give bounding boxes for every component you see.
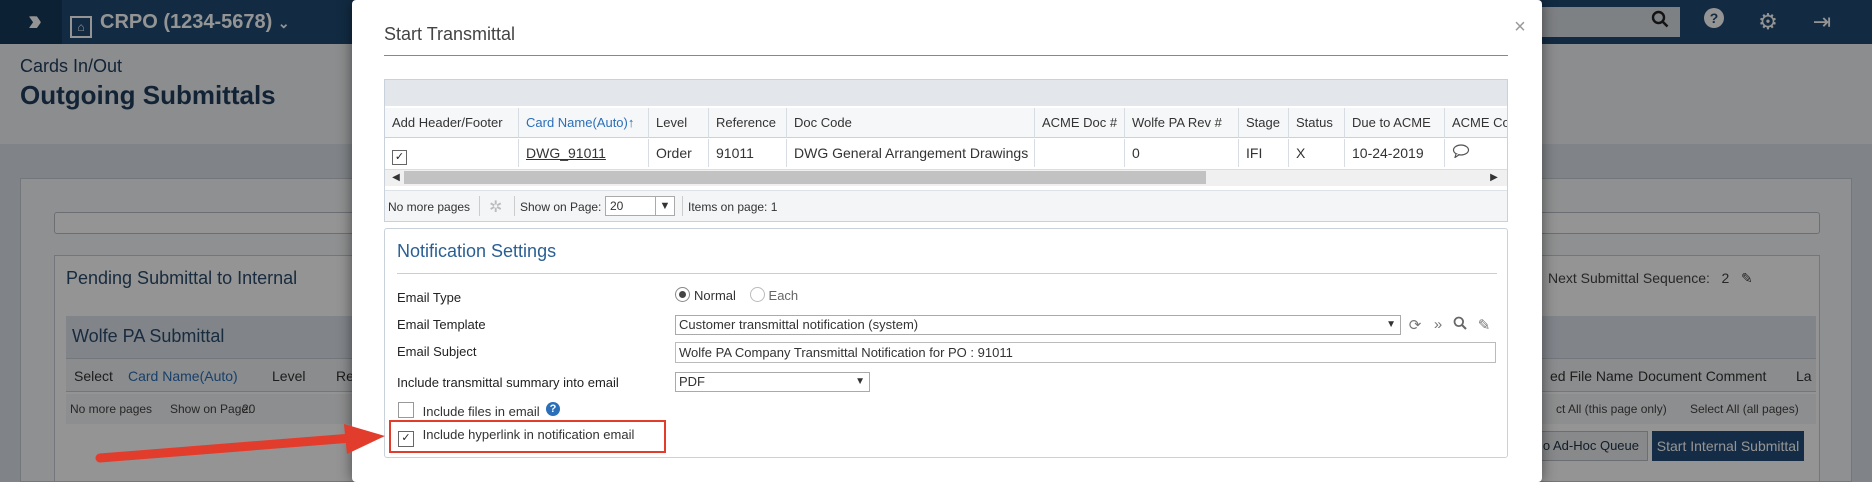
help-icon[interactable]: ? [546,402,560,416]
col-add-header-footer[interactable]: Add Header/Footer [385,108,519,138]
dialog-title: Start Transmittal [384,24,516,44]
col-card-name[interactable]: Card Name(Auto)↑ [519,108,649,138]
scroll-right-icon[interactable]: ▶ [1486,169,1502,186]
summary-format-value: PDF [679,374,705,389]
grid-pager: No more pages Show on Page: Items on pag… [385,190,1507,221]
col-status[interactable]: Status [1289,108,1345,138]
email-subject-label: Email Subject [397,344,477,359]
email-template-select[interactable]: Customer transmittal notification (syste… [675,315,1401,335]
radio-each[interactable] [749,287,765,302]
close-icon[interactable]: × [1510,16,1530,39]
sort-asc-icon: ↑ [627,115,635,130]
items-on-page: Items on page: 1 [688,200,778,214]
refresh-icon[interactable]: ⟳ [1406,316,1424,334]
cell-comment [1445,139,1507,167]
notification-divider [397,273,1497,274]
page-size-select[interactable]: 20 ▼ [605,196,675,216]
col-due-to-acme[interactable]: Due to ACME [1345,108,1445,138]
email-type-label: Email Type [397,290,462,305]
cell-stage: IFI [1239,139,1289,167]
cell-level: Order [649,139,709,167]
summary-label: Include transmittal summary into email [397,375,619,390]
email-subject-field[interactable]: Wolfe PA Company Transmittal Notificatio… [675,342,1496,363]
col-stage[interactable]: Stage [1239,108,1289,138]
col-acme-comment[interactable]: ACME Co [1445,108,1507,138]
radio-normal-label[interactable]: Normal [694,288,736,303]
include-files-checkbox[interactable] [398,402,414,418]
email-template-value: Customer transmittal notification (syste… [679,317,919,332]
double-chevron-icon[interactable]: » [1429,316,1447,333]
highlight-box [389,420,666,453]
cell-card-name[interactable]: DWG_91011 [519,139,649,167]
scrollbar-thumb[interactable] [404,171,1206,184]
page-size-value: 20 [610,199,624,213]
pager-divider [682,196,683,216]
comment-icon[interactable] [1452,144,1470,159]
include-files-row: Include files in email [398,402,540,419]
cell-acme-doc [1035,139,1125,167]
col-reference[interactable]: Reference [709,108,787,138]
col-doc-code[interactable]: Doc Code [787,108,1035,138]
refresh-gear-icon[interactable]: ✲ [489,197,502,217]
include-files-label[interactable]: Include files in email [423,404,540,419]
col-rev[interactable]: Wolfe PA Rev # [1125,108,1239,138]
pager-divider [479,196,480,216]
chevron-down-icon[interactable]: ▼ [1386,316,1396,334]
cell-rev: 0 [1125,139,1239,167]
col-level[interactable]: Level [649,108,709,138]
grid-toolbar [385,80,1507,106]
email-type-radio-group: Normal Each [675,287,808,303]
edit-icon[interactable]: ✎ [1475,316,1493,334]
row-checkbox[interactable]: ✓ [392,150,407,165]
summary-format-select[interactable]: PDF ▼ [675,372,870,392]
radio-normal[interactable] [675,287,690,302]
show-on-page-label: Show on Page: [520,200,602,214]
title-divider [384,55,1508,56]
chevron-down-icon[interactable]: ▼ [855,373,865,391]
col-card-name-label: Card Name(Auto) [526,115,628,130]
notification-settings-title: Notification Settings [397,241,557,261]
row-checkbox-cell: ✓ [385,139,519,167]
cell-doc-code: DWG General Arrangement Drawings [787,139,1035,167]
pager-divider [514,196,515,216]
search-icon[interactable] [1451,316,1469,334]
email-template-label: Email Template [397,317,486,332]
cell-reference: 91011 [709,139,787,167]
radio-each-label[interactable]: Each [769,288,799,303]
scroll-left-icon[interactable]: ◀ [388,169,404,186]
col-acme-doc[interactable]: ACME Doc # [1035,108,1125,138]
chevron-down-icon[interactable]: ▼ [655,197,674,215]
no-more-pages: No more pages [388,200,471,214]
cell-status: X [1289,139,1345,167]
cell-due: 10-24-2019 [1345,139,1445,167]
